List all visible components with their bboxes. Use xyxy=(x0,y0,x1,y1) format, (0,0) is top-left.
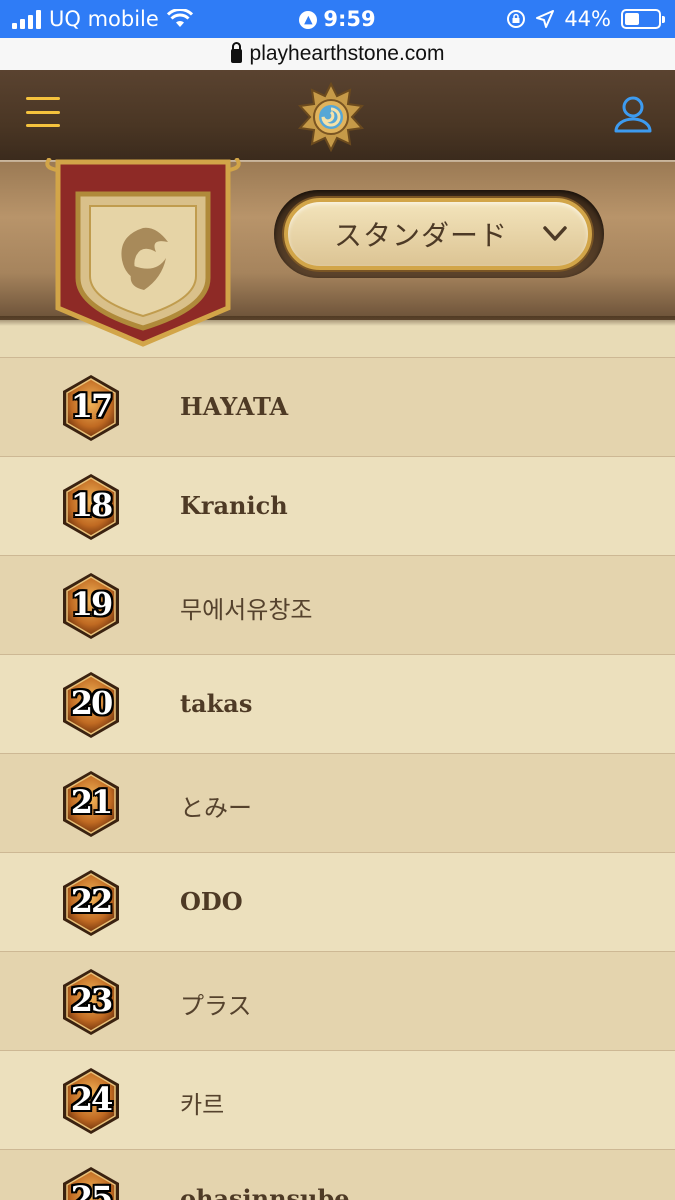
phoenix-crest-icon xyxy=(45,158,241,347)
chevron-down-icon xyxy=(543,226,567,241)
rank-badge-icon: 25 xyxy=(60,1165,122,1200)
rank-number: 23 xyxy=(70,981,114,1019)
url-text: playhearthstone.com xyxy=(249,42,445,65)
mode-select-dropdown[interactable]: スタンダード xyxy=(284,198,592,270)
rank-badge-icon: 17 xyxy=(60,373,122,443)
player-name: 카르 xyxy=(180,1091,225,1119)
rank-number: 22 xyxy=(70,882,114,920)
leaderboard-list: 17 HAYATA 18 Kranich 19 무에서유창조 20 takas … xyxy=(0,357,675,1200)
rank-number: 20 xyxy=(70,684,114,722)
leaderboard-row-24[interactable]: 24 카르 xyxy=(0,1050,675,1149)
player-name: 무에서유창조 xyxy=(180,596,313,624)
url-bar[interactable]: playhearthstone.com xyxy=(0,38,675,70)
rank-number: 17 xyxy=(70,387,114,425)
leaderboard-row-21[interactable]: 21 とみー xyxy=(0,753,675,852)
rank-badge-icon: 21 xyxy=(60,769,122,839)
player-name: takas xyxy=(180,689,253,718)
mode-select-label: スタンダード xyxy=(334,219,509,252)
leaderboard-row-23[interactable]: 23 プラス xyxy=(0,951,675,1050)
rank-number: 19 xyxy=(70,585,114,623)
status-bar-right: 44% xyxy=(506,7,665,31)
leaderboard-row-19[interactable]: 19 무에서유창조 xyxy=(0,555,675,654)
player-name: HAYATA xyxy=(180,392,289,421)
status-bar: UQ mobile ▲ 9:59 44% xyxy=(0,0,675,38)
rank-number: 24 xyxy=(70,1080,114,1118)
clock: 9:59 xyxy=(323,7,376,31)
battery-level xyxy=(625,13,639,25)
rank-number: 21 xyxy=(70,783,114,821)
leaderboard-row-22[interactable]: 22 ODO xyxy=(0,852,675,951)
player-name: ODO xyxy=(180,887,243,916)
hearthstone-logo-icon[interactable] xyxy=(296,82,366,152)
battery-icon xyxy=(621,9,665,29)
rank-number: 18 xyxy=(70,486,114,524)
lock-icon xyxy=(230,42,242,63)
leaderboard-row-20[interactable]: 20 takas xyxy=(0,654,675,753)
rank-number: 25 xyxy=(70,1179,114,1200)
rank-badge-icon: 18 xyxy=(60,472,122,542)
location-active-icon: ▲ xyxy=(299,11,318,29)
rank-badge-icon: 22 xyxy=(60,868,122,938)
leaderboard-row-25[interactable]: 25 ohasinnsube xyxy=(0,1149,675,1200)
leaderboard-row-18[interactable]: 18 Kranich xyxy=(0,456,675,555)
rank-badge-icon: 19 xyxy=(60,571,122,641)
rotation-lock-icon xyxy=(507,10,526,28)
player-name: とみー xyxy=(180,794,252,822)
hamburger-menu-icon[interactable] xyxy=(26,97,60,127)
player-name: プラス xyxy=(180,992,252,1020)
rank-badge-icon: 20 xyxy=(60,670,122,740)
battery-percent: 44% xyxy=(564,7,611,31)
location-arrow-icon xyxy=(536,10,555,28)
site-header xyxy=(0,70,675,162)
player-name: Kranich xyxy=(180,491,288,520)
rank-badge-icon: 24 xyxy=(60,1066,122,1136)
rank-badge-icon: 23 xyxy=(60,967,122,1037)
user-icon[interactable] xyxy=(613,95,653,133)
leaderboard-row-17[interactable]: 17 HAYATA xyxy=(0,357,675,456)
player-name: ohasinnsube xyxy=(180,1184,350,1200)
